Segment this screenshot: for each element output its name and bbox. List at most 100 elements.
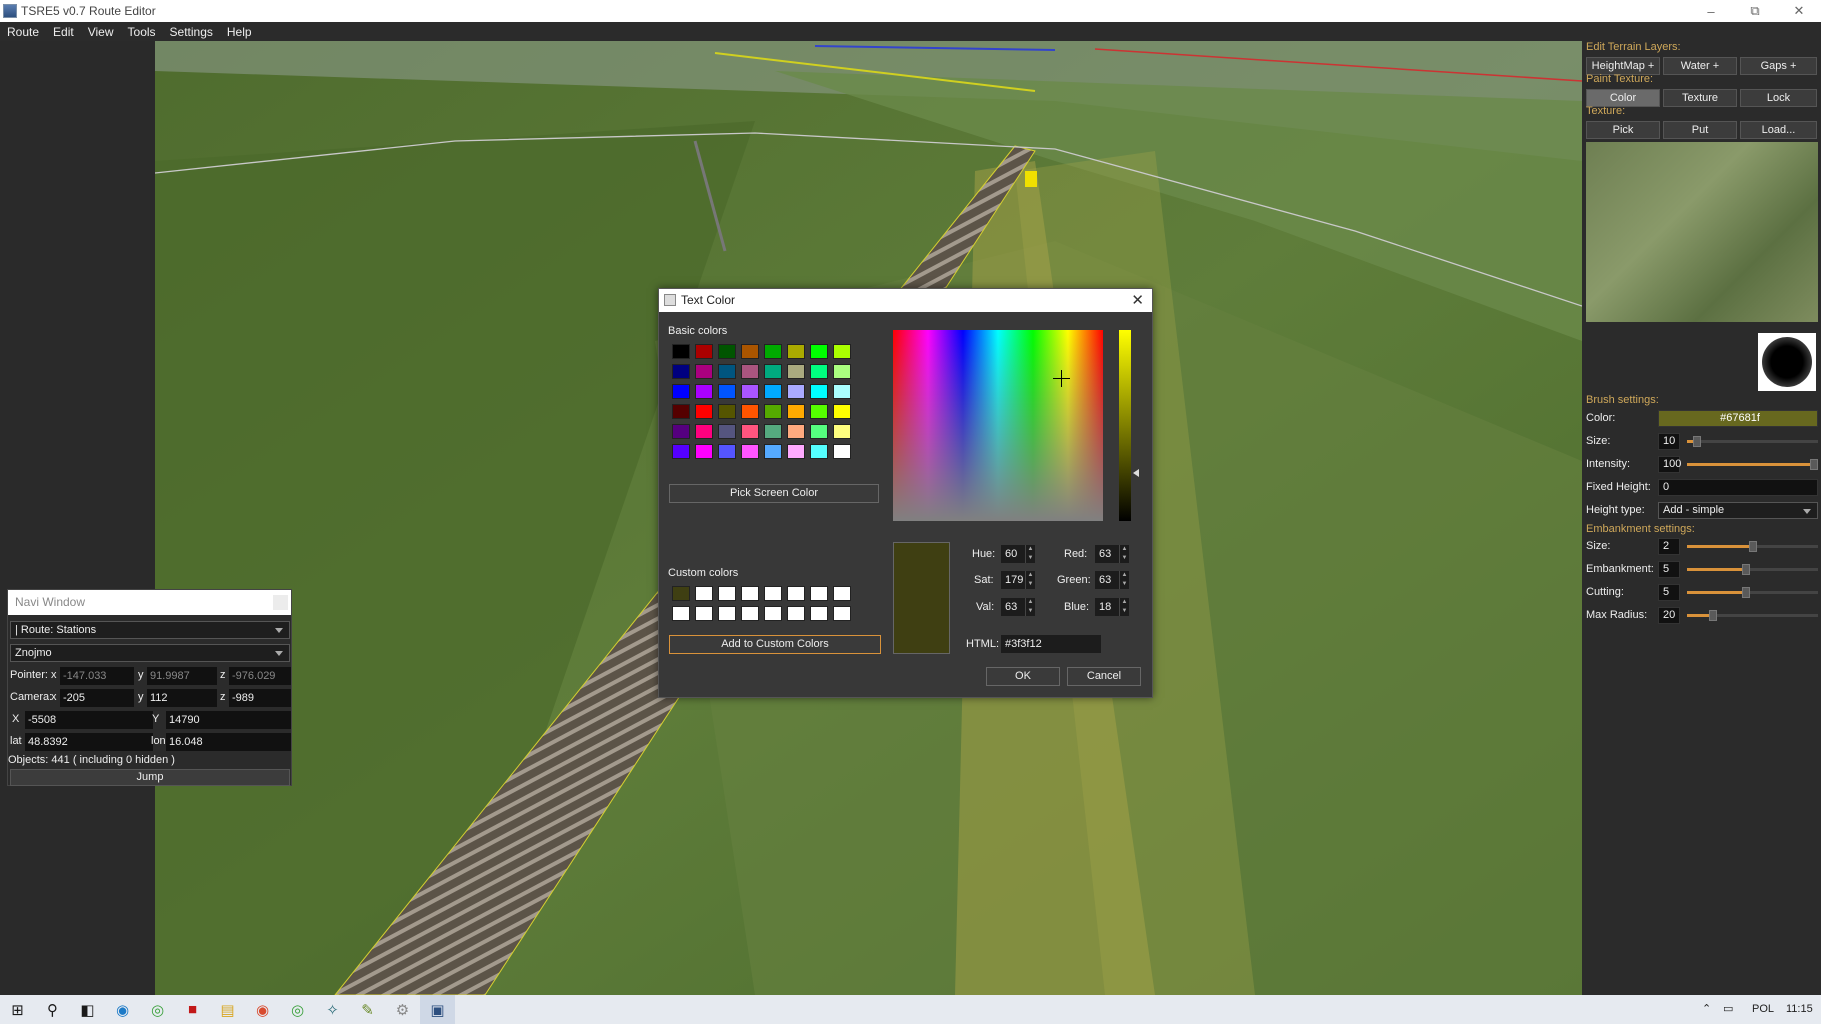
basic-color-swatch[interactable] — [764, 404, 782, 419]
basic-color-swatch[interactable] — [741, 424, 759, 439]
custom-color-swatch[interactable] — [695, 586, 713, 601]
hue-saturation-picker[interactable] — [893, 330, 1103, 521]
tile-y[interactable]: 14790 — [166, 711, 291, 729]
basic-color-swatch[interactable] — [718, 444, 736, 459]
start-icon[interactable]: ⊞ — [0, 995, 35, 1024]
dialog-title-bar[interactable]: Text Color ✕ — [659, 289, 1152, 312]
custom-color-swatch[interactable] — [764, 606, 782, 621]
basic-color-swatch[interactable] — [833, 344, 851, 359]
notepad-icon[interactable]: ✎ — [350, 995, 385, 1024]
basic-color-swatch[interactable] — [833, 404, 851, 419]
basic-color-swatch[interactable] — [695, 424, 713, 439]
custom-color-swatch[interactable] — [672, 586, 690, 601]
camera-z[interactable]: -989 — [229, 689, 291, 707]
camera-y[interactable]: 112 — [147, 689, 217, 707]
basic-color-swatch[interactable] — [787, 404, 805, 419]
basic-color-swatch[interactable] — [810, 384, 828, 399]
basic-color-swatch[interactable] — [741, 344, 759, 359]
clock[interactable]: 11:15 — [1786, 995, 1813, 1024]
html-field[interactable]: #3f3f12 — [1001, 635, 1101, 653]
basic-color-swatch[interactable] — [810, 424, 828, 439]
val-spinbox[interactable]: 63 ▲ ▼ — [1001, 598, 1035, 616]
basic-color-swatch[interactable] — [764, 364, 782, 379]
max-radius-slider[interactable] — [1687, 610, 1818, 621]
texture-mode-button[interactable]: Texture — [1663, 89, 1737, 107]
emb-size-slider[interactable] — [1687, 541, 1818, 552]
basic-color-swatch[interactable] — [810, 444, 828, 459]
basic-color-swatch[interactable] — [718, 364, 736, 379]
lon-field[interactable]: 16.048 — [166, 733, 291, 751]
station-combo[interactable]: Znojmo — [10, 644, 290, 662]
basic-color-swatch[interactable] — [672, 424, 690, 439]
basic-color-swatch[interactable] — [810, 344, 828, 359]
custom-color-swatch[interactable] — [833, 606, 851, 621]
file-explorer-icon[interactable]: ▤ — [210, 995, 245, 1024]
menu-view[interactable]: View — [81, 25, 121, 39]
spin-arrows-icon[interactable]: ▲ ▼ — [1119, 598, 1129, 616]
basic-color-swatch[interactable] — [833, 384, 851, 399]
basic-color-swatch[interactable] — [787, 384, 805, 399]
spin-arrows-icon[interactable]: ▲ ▼ — [1025, 571, 1035, 589]
basic-color-swatch[interactable] — [741, 384, 759, 399]
acrobat-icon[interactable]: ■ — [175, 995, 210, 1024]
basic-color-swatch[interactable] — [810, 404, 828, 419]
custom-color-swatch[interactable] — [718, 606, 736, 621]
spin-arrows-icon[interactable]: ▲ ▼ — [1119, 571, 1129, 589]
blue-spinbox[interactable]: 18 ▲ ▼ — [1095, 598, 1129, 616]
basic-color-swatch[interactable] — [672, 344, 690, 359]
restore-button[interactable]: ⧉ — [1733, 0, 1777, 22]
basic-color-swatch[interactable] — [741, 444, 759, 459]
navi-title-bar[interactable]: Navi Window — [8, 590, 291, 615]
red-spinbox[interactable]: 63 ▲ ▼ — [1095, 545, 1129, 563]
jump-button[interactable]: Jump — [10, 769, 290, 786]
hue-spinbox[interactable]: 60 ▲ ▼ — [1001, 545, 1035, 563]
pick-button[interactable]: Pick — [1586, 121, 1660, 139]
basic-color-swatch[interactable] — [695, 444, 713, 459]
sat-spinbox[interactable]: 179 ▲ ▼ — [1001, 571, 1035, 589]
language-indicator[interactable]: POL — [1752, 995, 1774, 1024]
basic-color-swatch[interactable] — [718, 424, 736, 439]
pick-screen-color-button[interactable]: Pick Screen Color — [669, 484, 879, 503]
height-type-select[interactable]: Add - simple — [1658, 502, 1818, 519]
camera-x[interactable]: -205 — [60, 689, 134, 707]
put-button[interactable]: Put — [1663, 121, 1737, 139]
close-button[interactable]: ✕ — [1777, 0, 1821, 22]
gaps-button[interactable]: Gaps + — [1740, 57, 1817, 75]
cutting-field[interactable]: 5 — [1658, 584, 1680, 601]
spin-arrows-icon[interactable]: ▲ ▼ — [1025, 545, 1035, 563]
basic-color-swatch[interactable] — [764, 384, 782, 399]
app-icon-tools[interactable]: ✧ — [315, 995, 350, 1024]
ok-button[interactable]: OK — [986, 667, 1060, 686]
basic-color-swatch[interactable] — [833, 364, 851, 379]
cutting-slider[interactable] — [1687, 587, 1818, 598]
chevron-up-icon[interactable]: ⌃ — [1702, 995, 1711, 1024]
tsre-taskbar-icon[interactable]: ▣ — [420, 995, 455, 1024]
brush-intensity-slider[interactable] — [1687, 459, 1818, 470]
navi-close-button[interactable] — [273, 595, 288, 610]
custom-color-swatch[interactable] — [764, 586, 782, 601]
basic-color-swatch[interactable] — [672, 364, 690, 379]
emb-size-field[interactable]: 2 — [1658, 538, 1680, 555]
add-to-custom-colors-button[interactable]: Add to Custom Colors — [669, 635, 881, 654]
spin-arrows-icon[interactable]: ▲ ▼ — [1025, 598, 1035, 616]
basic-color-swatch[interactable] — [787, 344, 805, 359]
search-icon[interactable]: ⚲ — [35, 995, 70, 1024]
menu-tools[interactable]: Tools — [121, 25, 163, 39]
basic-color-swatch[interactable] — [764, 344, 782, 359]
basic-color-swatch[interactable] — [695, 344, 713, 359]
lat-field[interactable]: 48.8392 — [25, 733, 153, 751]
basic-color-swatch[interactable] — [695, 384, 713, 399]
basic-color-swatch[interactable] — [833, 424, 851, 439]
basic-color-swatch[interactable] — [810, 364, 828, 379]
basic-color-swatch[interactable] — [718, 404, 736, 419]
lock-button[interactable]: Lock — [1740, 89, 1817, 107]
minimize-button[interactable]: – — [1689, 0, 1733, 22]
embankment-field[interactable]: 5 — [1658, 561, 1680, 578]
brush-color-button[interactable]: #67681f — [1658, 410, 1818, 427]
basic-color-swatch[interactable] — [672, 384, 690, 399]
basic-color-swatch[interactable] — [695, 404, 713, 419]
fixed-height-field[interactable]: 0 — [1658, 479, 1818, 496]
basic-color-swatch[interactable] — [787, 424, 805, 439]
load-button[interactable]: Load... — [1740, 121, 1817, 139]
basic-color-swatch[interactable] — [718, 384, 736, 399]
